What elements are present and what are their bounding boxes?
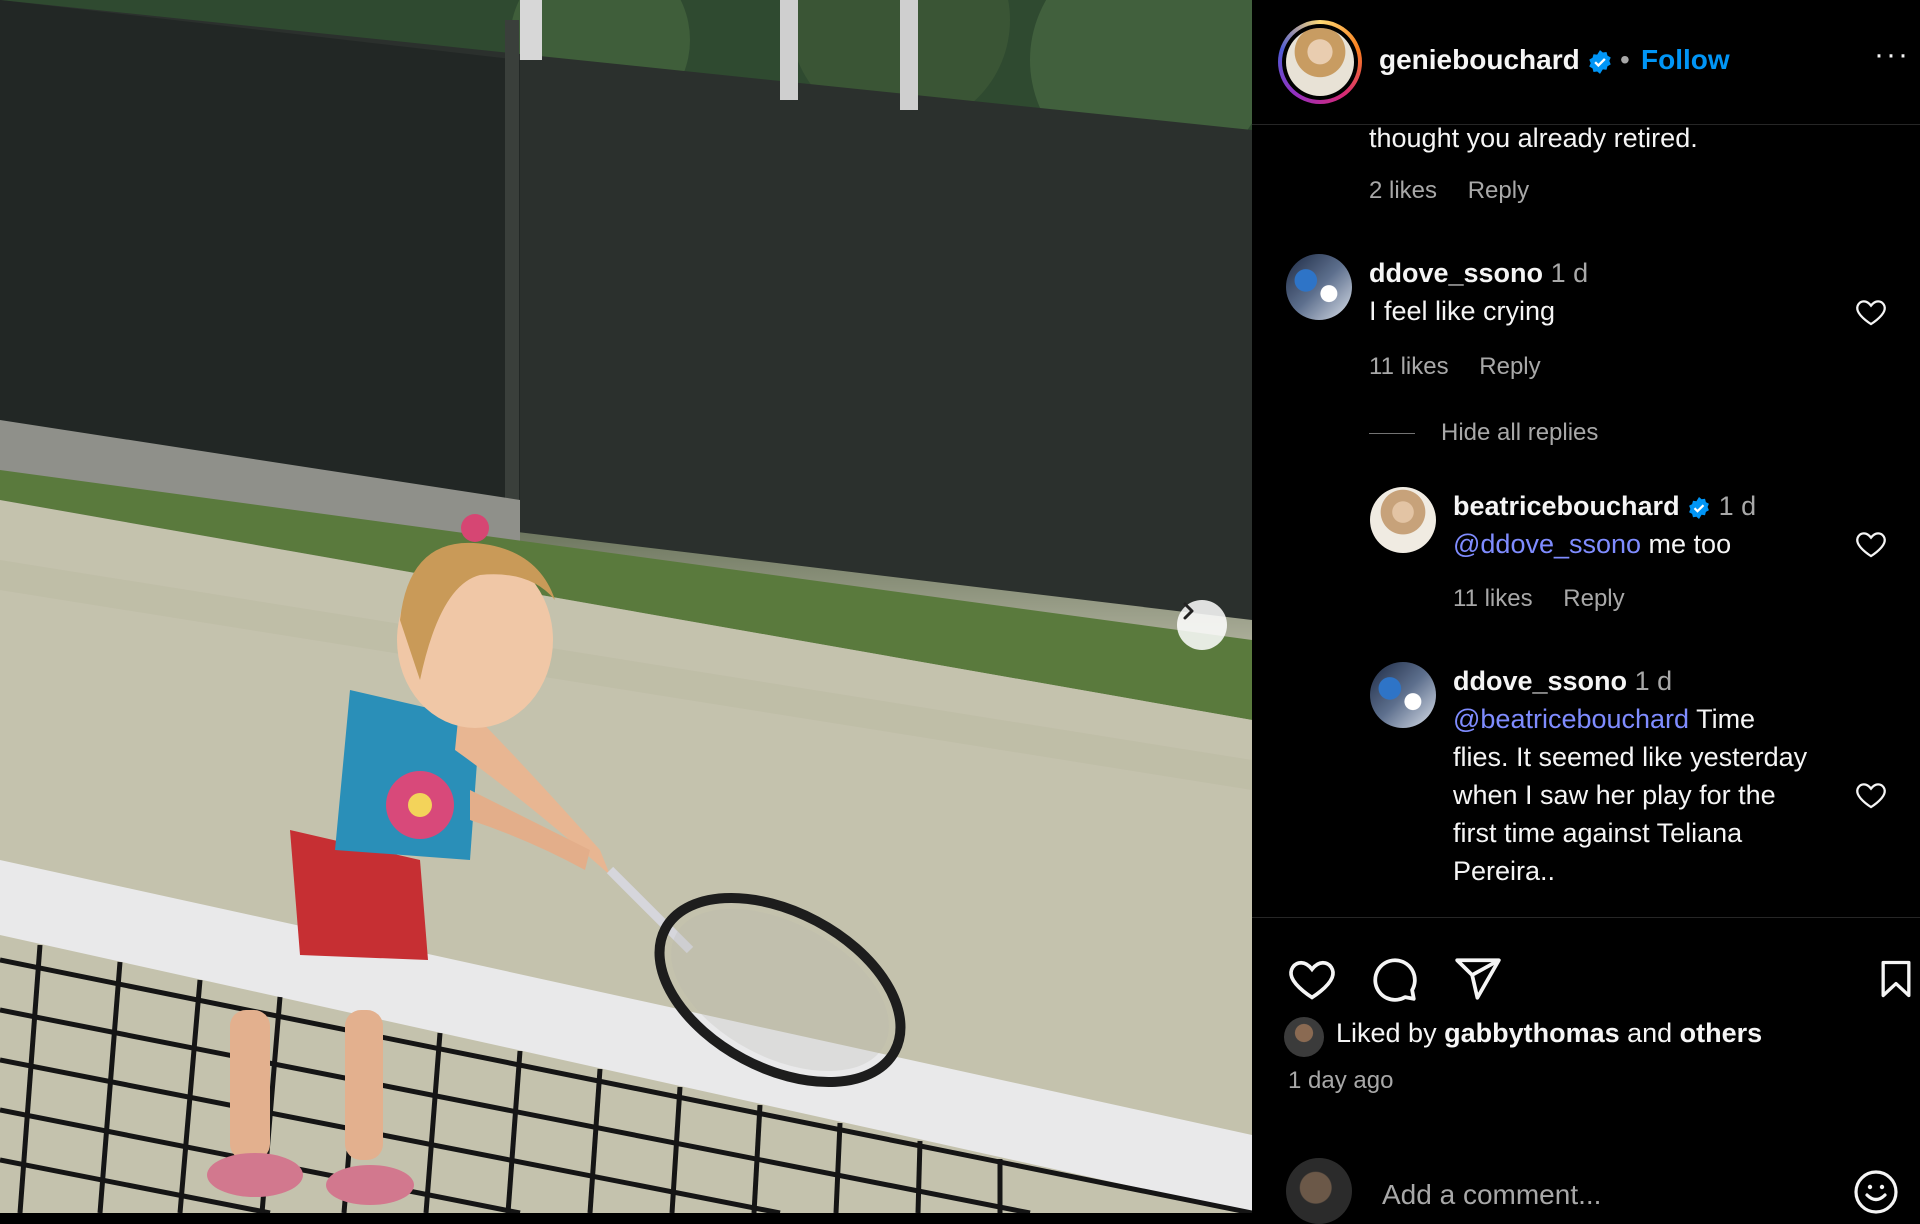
verified-badge-icon — [1689, 496, 1709, 519]
comment-meta: 2 likes Reply — [1369, 177, 1553, 205]
commenter-avatar[interactable] — [1286, 254, 1352, 320]
comment-text: @ddove_ssono me too — [1453, 529, 1732, 559]
comment-text-line: flies. It seemed like yesterday — [1453, 742, 1808, 772]
author-avatar[interactable] — [1278, 20, 1362, 104]
comment-time: 1 d — [1718, 491, 1757, 521]
comment-meta: 11 likes Reply — [1453, 585, 1649, 613]
comment-username[interactable]: ddove_ssono — [1369, 258, 1543, 288]
comment-username[interactable]: ddove_ssono — [1453, 666, 1627, 696]
reply-button[interactable]: Reply — [1563, 585, 1624, 612]
share-icon[interactable] — [1453, 954, 1503, 1004]
comment-likes[interactable]: 11 likes — [1453, 585, 1533, 612]
comment-text: @beatricebouchard Time — [1453, 704, 1756, 734]
hide-replies-button[interactable]: Hide all replies — [1441, 419, 1598, 447]
like-comment-icon[interactable] — [1854, 778, 1888, 812]
post-timestamp[interactable]: 1 day ago — [1288, 1067, 1393, 1095]
comment-icon[interactable] — [1369, 954, 1419, 1004]
like-comment-icon[interactable] — [1854, 527, 1888, 561]
verified-badge-icon — [1589, 49, 1612, 74]
mention-link[interactable]: @beatricebouchard — [1453, 704, 1689, 734]
next-image-button[interactable] — [1177, 600, 1227, 650]
post-photo — [0, 0, 1252, 1213]
commenter-avatar[interactable] — [1370, 487, 1436, 553]
commenter-avatar[interactable] — [1370, 662, 1436, 728]
follow-button[interactable]: Follow — [1641, 44, 1730, 76]
liker-avatar[interactable] — [1284, 1017, 1324, 1057]
comment-header: ddove_ssono 1 d — [1453, 662, 1672, 700]
liked-by-user[interactable]: gabbythomas — [1444, 1018, 1620, 1048]
comment-header: ddove_ssono 1 d — [1369, 254, 1588, 292]
comment-meta: 11 likes Reply — [1369, 353, 1565, 381]
bookmark-icon[interactable] — [1874, 954, 1918, 1004]
current-user-avatar — [1286, 1158, 1352, 1224]
comment-text: I feel like crying — [1369, 296, 1556, 326]
separator-dot: • — [1620, 44, 1630, 75]
replies-divider — [1369, 433, 1415, 434]
comment-text-line: first time against Teliana — [1453, 818, 1743, 848]
liked-by-others[interactable]: others — [1680, 1018, 1763, 1048]
comment-text-line: when I saw her play for the — [1453, 780, 1776, 810]
comment-username[interactable]: beatricebouchard — [1453, 491, 1680, 521]
author-username[interactable]: geniebouchard — [1379, 44, 1613, 76]
comment-time: 1 d — [1550, 258, 1589, 288]
reply-button[interactable]: Reply — [1468, 177, 1529, 204]
comment-header: beatricebouchard 1 d — [1453, 487, 1756, 525]
more-options-icon[interactable]: ··· — [1874, 38, 1910, 72]
reply-button[interactable]: Reply — [1479, 353, 1540, 380]
tennis-photo-illustration — [0, 0, 1252, 1213]
chevron-right-icon — [1183, 602, 1194, 620]
post-actions: Liked by gabbythomas and others 1 day ag… — [1252, 917, 1920, 1224]
comment-likes[interactable]: 2 likes — [1369, 177, 1437, 204]
mention-link[interactable]: @ddove_ssono — [1453, 529, 1641, 559]
comment-time: 1 d — [1634, 666, 1673, 696]
comment-text-line: Pereira.. — [1453, 856, 1556, 886]
post-side-panel: geniebouchard • Follow ··· thought you a… — [1252, 0, 1920, 1224]
like-comment-icon[interactable] — [1854, 295, 1888, 329]
heart-icon[interactable] — [1286, 953, 1338, 1005]
comment-text: thought you already retired. — [1369, 125, 1698, 153]
emoji-icon[interactable] — [1852, 1168, 1900, 1216]
comment-likes[interactable]: 11 likes — [1369, 353, 1449, 380]
comments-list[interactable]: thought you already retired. 2 likes Rep… — [1252, 125, 1920, 917]
add-comment-input[interactable] — [1380, 1174, 1824, 1216]
post-header: geniebouchard • Follow ··· — [1252, 0, 1920, 125]
liked-by-text: Liked by gabbythomas and others — [1336, 1018, 1763, 1048]
